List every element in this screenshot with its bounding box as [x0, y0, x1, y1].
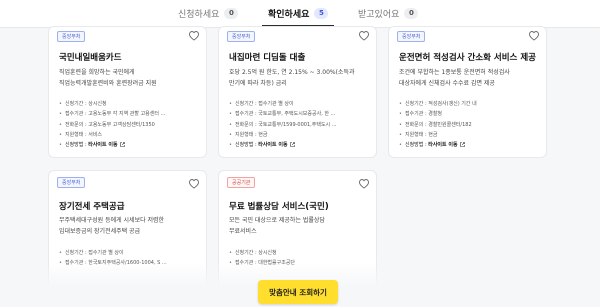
service-card[interactable]: 중앙부처 국민내일배움카드 직업훈련을 희망하는 국민에게 직업능력개발훈련비와…: [48, 26, 207, 158]
card-info-list: 신청기간 : 접수기관 별 상이 접수기관 : 국토교통부, 주택도시보증공사,…: [229, 99, 374, 150]
card-description: 모든 국민 대상으로 제공하는 법률상담 무료서비스: [229, 217, 325, 235]
external-link-icon: [459, 142, 465, 147]
tab-bar: 신청하세요 0 확인하세요 5 받고있어요 0: [0, 0, 600, 28]
info-item: 접수기관 : 고용노동부 각 지역 관할 고용센터 ...: [59, 109, 204, 119]
info-item: 신청기간 : 접수기관 별 상이: [229, 99, 374, 109]
info-item: 접수기관 : 경찰청: [399, 109, 544, 119]
info-item: 신청기간 : 접수기관 별 상이: [59, 248, 204, 258]
tab-check[interactable]: 확인하세요 5: [268, 7, 329, 20]
info-item: 전화문의 : 고용노동부 고객상담센터/1350: [59, 120, 204, 130]
tab-label: 확인하세요: [268, 10, 310, 20]
external-link-icon: [289, 142, 295, 147]
heart-icon[interactable]: [188, 30, 200, 41]
heart-icon[interactable]: [358, 178, 370, 189]
info-item: 지원형태 : 현금: [399, 130, 544, 140]
tab-label: 받고있어요: [358, 10, 400, 20]
category-badge: 중앙부처: [57, 31, 86, 42]
apply-method-label: 신청방법 :: [234, 142, 257, 149]
tab-receiving[interactable]: 받고있어요 0: [358, 7, 419, 20]
external-link-icon: [119, 142, 125, 147]
info-item: 신청기간 : 상시신청: [59, 99, 204, 109]
info-item: 신청기간 : 상시신청: [229, 248, 374, 258]
category-badge: 중앙부처: [57, 177, 86, 188]
tab-label: 신청하세요: [178, 10, 220, 20]
tab-count-badge: 0: [224, 8, 239, 19]
category-badge: 중앙부처: [227, 31, 256, 42]
card-title: 무료 법률상담 서비스(국민): [229, 202, 329, 212]
tab-apply[interactable]: 신청하세요 0: [178, 7, 239, 20]
info-item: 접수기관 : 국토교통부, 주택도시보증공사, 한 ...: [229, 109, 374, 119]
custom-guide-search-button[interactable]: 맞춤안내 조회하기: [258, 280, 338, 304]
card-title: 국민내일배움카드: [59, 53, 122, 63]
service-card[interactable]: 중앙부처 내집마련 디딤돌 대출 호당 2.5억 원 한도, 연 2.15% ~…: [218, 26, 377, 158]
info-item: 지원형태 : 서비스: [59, 130, 204, 140]
card-title: 운전면허 적성검사 간소화 서비스 제공: [399, 53, 536, 63]
heart-icon[interactable]: [358, 30, 370, 41]
external-site-link[interactable]: 타사이트 이동: [428, 142, 457, 148]
heart-icon[interactable]: [188, 178, 200, 189]
info-item: 신청기간 : 적성검사(갱신) 기간 내: [399, 99, 544, 109]
tab-count-badge: 5: [314, 8, 329, 19]
card-title: 장기전세 주택공급: [59, 202, 125, 212]
apply-method-label: 신청방법 :: [404, 142, 427, 149]
card-description: 조건에 부합하는 1종보통 운전면허 적성검사 대상자에게 신체검사 수수료 감…: [399, 69, 510, 87]
apply-method-item: 신청방법 : 타사이트 이동: [59, 140, 204, 150]
apply-method-label: 신청방법 :: [64, 142, 87, 149]
card-info-list: 신청기간 : 적성검사(갱신) 기간 내 접수기관 : 경찰청 전화문의 : 경…: [399, 99, 544, 150]
apply-method-item: 신청방법 : 타사이트 이동: [229, 140, 374, 150]
card-info-list: 신청기간 : 상시신청 접수기관 : 고용노동부 각 지역 관할 고용센터 ..…: [59, 99, 204, 150]
tab-count-badge: 0: [404, 8, 419, 19]
category-badge: 중앙부처: [397, 31, 426, 42]
category-badge: 공공기관: [227, 177, 256, 188]
heart-icon[interactable]: [528, 30, 540, 41]
info-item: 전화문의 : 경찰민원콜센터/182: [399, 120, 544, 130]
card-title: 내집마련 디딤돌 대출: [229, 53, 306, 63]
card-description: 호당 2.5억 원 한도, 연 2.15% ~ 3.00%(소득과 만기에 따라…: [229, 69, 355, 87]
info-item: 지원형태 : 현금: [229, 130, 374, 140]
info-item: 전화문의 : 국토교통부/1599-0001,주택도시 ...: [229, 120, 374, 130]
external-site-link[interactable]: 타사이트 이동: [258, 142, 287, 148]
external-site-link[interactable]: 타사이트 이동: [88, 142, 117, 148]
card-description: 무주택세대구성원 등에게 시세보다 저렴한 임대보증금의 장기전세주택 공급: [59, 217, 165, 235]
card-description: 직업훈련을 희망하는 국민에게 직업능력개발훈련비와 훈련장려금 지원: [59, 69, 157, 87]
service-card[interactable]: 중앙부처 운전면허 적성검사 간소화 서비스 제공 조건에 부합하는 1종보통 …: [388, 26, 547, 158]
apply-method-item: 신청방법 : 타사이트 이동: [399, 140, 544, 150]
